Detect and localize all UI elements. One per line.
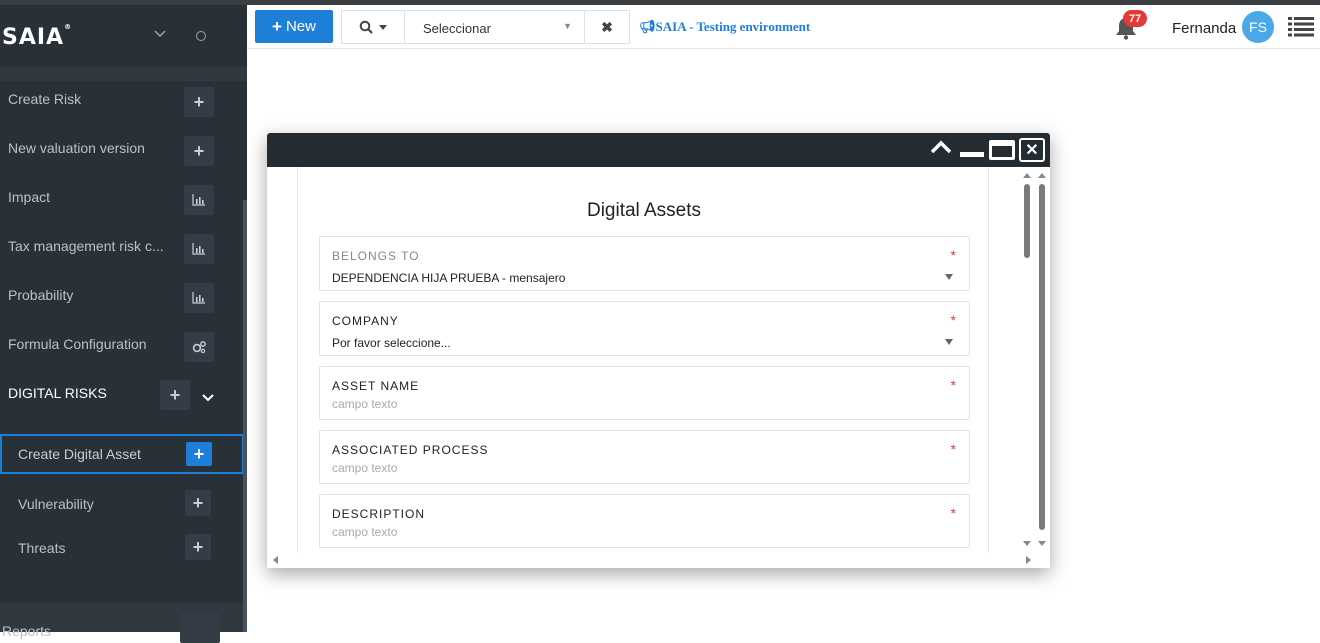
search-dropdown-button[interactable] — [342, 11, 405, 43]
required-marker: * — [950, 505, 956, 521]
sidebar-item-label: Reports — [2, 623, 52, 639]
sidebar: SAIA® Create Risk + New valuation versio… — [0, 5, 247, 643]
plus-icon[interactable]: + — [185, 534, 211, 560]
associated-process-field[interactable]: ASSOCIATED PROCESS * campo texto — [319, 430, 970, 484]
plus-icon[interactable]: + — [184, 87, 214, 117]
field-label: ASSOCIATED PROCESS — [332, 443, 489, 457]
sidebar-item-label: Tax management risk c... — [8, 238, 164, 254]
maximize-icon[interactable] — [989, 140, 1015, 160]
bar-chart-icon[interactable] — [180, 613, 220, 643]
circle-toggle-icon[interactable] — [196, 31, 206, 41]
list-menu-icon[interactable] — [1288, 15, 1314, 37]
search-select[interactable]: Seleccionar ▼ — [405, 11, 585, 43]
search-group: Seleccionar ▼ ✖ — [341, 10, 630, 44]
field-label: DESCRIPTION — [332, 507, 426, 521]
close-icon[interactable]: ✕ — [1019, 138, 1045, 162]
caret-down-icon — [945, 274, 953, 280]
minimize-icon[interactable] — [960, 152, 984, 157]
belongs-to-field[interactable]: BELONGS TO * DEPENDENCIA HIJA PRUEBA - m… — [319, 236, 970, 291]
logo-mark: ® — [64, 23, 73, 31]
user-name[interactable]: Fernanda — [1172, 20, 1236, 37]
sidebar-item-label: Create Digital Asset — [18, 446, 141, 462]
sidebar-item-label: Formula Configuration — [8, 336, 147, 352]
required-marker: * — [950, 312, 956, 328]
plus-icon[interactable]: + — [185, 490, 211, 516]
field-label: ASSET NAME — [332, 379, 420, 393]
chevron-down-icon[interactable] — [202, 389, 214, 407]
field-placeholder: campo texto — [332, 525, 398, 539]
plus-icon[interactable]: + — [184, 136, 214, 166]
caret-down-icon — [945, 339, 953, 345]
required-marker: * — [950, 247, 956, 263]
gears-icon[interactable] — [184, 332, 214, 362]
description-field[interactable]: DESCRIPTION * campo texto — [319, 494, 970, 548]
environment-banner: 📢︎SAIA - Testing environment — [639, 19, 810, 35]
asset-name-field[interactable]: ASSET NAME * campo texto — [319, 366, 970, 420]
top-bar: + New Seleccionar ▼ ✖ 📢︎SAIA - Testing e… — [247, 5, 1320, 49]
company-field[interactable]: COMPANY * Por favor seleccione... — [319, 301, 970, 356]
environment-text: SAIA - Testing environment — [655, 19, 811, 34]
horizontal-scrollbar[interactable] — [271, 553, 1033, 567]
bar-chart-icon[interactable] — [184, 234, 214, 264]
modal-title: Digital Assets — [586, 200, 702, 221]
sidebar-item-create-digital-asset[interactable]: Create Digital Asset + — [0, 434, 244, 474]
digital-assets-modal: ✕ Digital Assets BELONGS TO * DEPENDENCI… — [267, 133, 1050, 568]
plus-icon[interactable]: + — [160, 380, 190, 410]
field-label: BELONGS TO — [332, 249, 420, 263]
modal-body: Digital Assets BELONGS TO * DEPENDENCIA … — [297, 167, 989, 553]
field-placeholder: campo texto — [332, 461, 398, 475]
collapse-chevron-icon[interactable] — [154, 27, 166, 41]
bar-chart-icon[interactable] — [184, 283, 214, 313]
required-marker: * — [950, 377, 956, 393]
field-placeholder: campo texto — [332, 397, 398, 411]
collapse-up-icon[interactable] — [930, 138, 952, 162]
sidebar-scrollbar[interactable] — [243, 200, 247, 632]
megaphone-icon: 📢︎ — [639, 19, 656, 34]
notification-badge: 77 — [1123, 10, 1147, 27]
sidebar-section-label: DIGITAL RISKS — [8, 385, 107, 401]
logo-text: SAIA — [2, 25, 65, 50]
sidebar-item-label: Vulnerability — [18, 496, 94, 512]
required-marker: * — [950, 441, 956, 457]
caret-down-icon — [379, 24, 387, 30]
sidebar-item-label: Threats — [18, 540, 66, 556]
new-button[interactable]: + New — [255, 10, 333, 43]
sidebar-item-label: New valuation version — [8, 140, 145, 156]
modal-header: ✕ — [267, 133, 1050, 167]
sidebar-item-label: Probability — [8, 287, 74, 303]
field-value: Por favor seleccione... — [332, 336, 451, 350]
field-label: COMPANY — [332, 314, 399, 328]
select-value: Seleccionar — [423, 21, 491, 36]
sidebar-header: SAIA® — [0, 5, 247, 67]
plus-icon[interactable]: + — [186, 442, 212, 466]
saia-logo[interactable]: SAIA® — [2, 23, 73, 50]
vertical-scrollbar[interactable] — [1019, 171, 1049, 551]
sidebar-item-label: Impact — [8, 189, 51, 205]
new-button-label: New — [285, 18, 316, 35]
caret-down-icon: ▼ — [563, 21, 572, 31]
sidebar-item-reports[interactable]: Reports — [0, 603, 243, 643]
bar-chart-icon[interactable] — [184, 185, 214, 215]
search-icon — [359, 20, 373, 34]
clear-icon[interactable]: ✖ — [585, 11, 629, 43]
field-value: DEPENDENCIA HIJA PRUEBA - mensajero — [332, 271, 566, 285]
sidebar-item-label: Create Risk — [8, 91, 82, 107]
avatar[interactable]: FS — [1242, 11, 1274, 43]
plus-icon: + — [272, 16, 282, 36]
sidebar-divider — [0, 67, 247, 81]
